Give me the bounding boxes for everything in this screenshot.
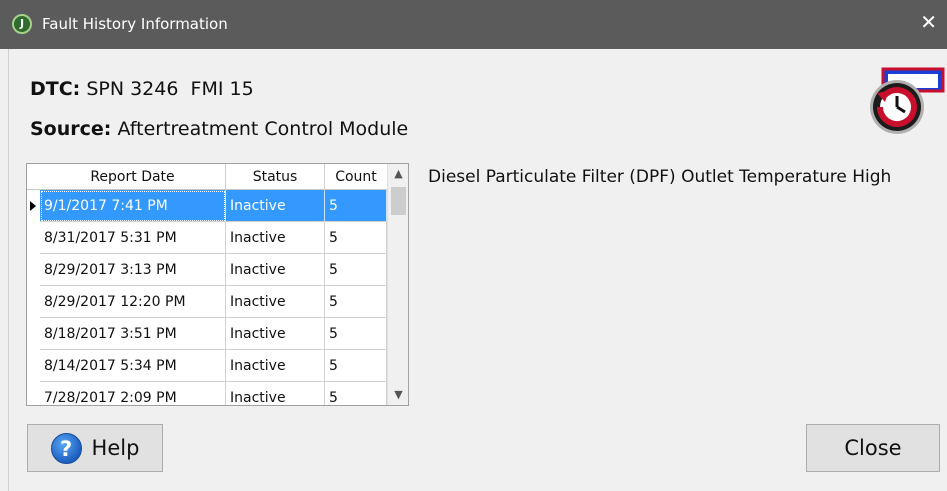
cell-status[interactable]: Inactive (226, 382, 325, 405)
help-button[interactable]: ? Help (27, 424, 163, 472)
row-indicator (27, 350, 40, 382)
column-header-count[interactable]: Count (325, 164, 387, 190)
table-row[interactable]: 8/31/2017 5:31 PM Inactive 5 (27, 222, 387, 254)
cell-status[interactable]: Inactive (226, 350, 325, 382)
fault-history-grid[interactable]: Report Date Status Count 9/1/2017 7:41 P… (26, 163, 409, 406)
cell-count[interactable]: 5 (325, 286, 387, 318)
row-indicator (27, 190, 40, 222)
cell-status[interactable]: Inactive (226, 190, 325, 222)
cell-count[interactable]: 5 (325, 190, 387, 222)
column-header-report-date[interactable]: Report Date (40, 164, 226, 190)
fault-description: Diesel Particulate Filter (DPF) Outlet T… (428, 167, 892, 187)
cell-date[interactable]: 8/29/2017 3:13 PM (40, 254, 226, 286)
table-row[interactable]: 8/18/2017 3:51 PM Inactive 5 (27, 318, 387, 350)
scroll-up-arrow-icon[interactable]: ▲ (388, 164, 408, 184)
close-button-label: Close (844, 436, 902, 460)
cell-date[interactable]: 7/28/2017 2:09 PM (40, 382, 226, 405)
cell-date[interactable]: 8/29/2017 12:20 PM (40, 286, 226, 318)
source-label: Source: (30, 118, 112, 140)
cell-date[interactable]: 8/18/2017 3:51 PM (40, 318, 226, 350)
row-indicator (27, 222, 40, 254)
cell-status[interactable]: Inactive (226, 222, 325, 254)
cell-status[interactable]: Inactive (226, 254, 325, 286)
window-close-button[interactable]: ✕ (920, 11, 937, 33)
table-row[interactable]: 8/29/2017 12:20 PM Inactive 5 (27, 286, 387, 318)
cell-status[interactable]: Inactive (226, 318, 325, 350)
cell-count[interactable]: 5 (325, 350, 387, 382)
close-button[interactable]: Close (806, 424, 940, 472)
vertical-scrollbar[interactable]: ▲ ▼ (387, 164, 408, 405)
dtc-label: DTC: (30, 78, 81, 100)
cell-count[interactable]: 5 (325, 254, 387, 286)
dtc-line: DTC: SPN 3246 FMI 15 (30, 78, 254, 100)
source-line: Source: Aftertreatment Control Module (30, 118, 408, 140)
scroll-down-arrow-icon[interactable]: ▼ (388, 385, 408, 405)
row-indicator (27, 318, 40, 350)
row-indicator (27, 254, 40, 286)
table-row[interactable]: 8/29/2017 3:13 PM Inactive 5 (27, 254, 387, 286)
scrollbar-thumb[interactable] (391, 187, 406, 215)
source-value: Aftertreatment Control Module (117, 118, 409, 140)
fault-history-clock-icon (870, 67, 945, 134)
cell-count[interactable]: 5 (325, 382, 387, 405)
help-button-label: Help (91, 436, 140, 460)
dtc-value: SPN 3246 FMI 15 (86, 78, 254, 100)
cell-date[interactable]: 8/31/2017 5:31 PM (40, 222, 226, 254)
window-title: Fault History Information (42, 15, 228, 33)
cell-count[interactable]: 5 (325, 222, 387, 254)
column-header-status[interactable]: Status (226, 164, 325, 190)
row-indicator (27, 286, 40, 318)
grid-header: Report Date Status Count (27, 164, 387, 190)
current-row-arrow-icon (30, 201, 36, 211)
table-row[interactable]: 9/1/2017 7:41 PM Inactive 5 (27, 190, 387, 222)
app-logo-icon: J (12, 14, 32, 34)
table-row[interactable]: 8/14/2017 5:34 PM Inactive 5 (27, 350, 387, 382)
cell-date[interactable]: 8/14/2017 5:34 PM (40, 350, 226, 382)
cell-status[interactable]: Inactive (226, 286, 325, 318)
help-question-icon: ? (50, 432, 82, 464)
row-indicator (27, 382, 40, 405)
title-bar: J Fault History Information ✕ (0, 0, 947, 49)
table-row[interactable]: 7/28/2017 2:09 PM Inactive 5 (27, 382, 387, 405)
cell-date[interactable]: 9/1/2017 7:41 PM (40, 190, 226, 222)
cell-count[interactable]: 5 (325, 318, 387, 350)
